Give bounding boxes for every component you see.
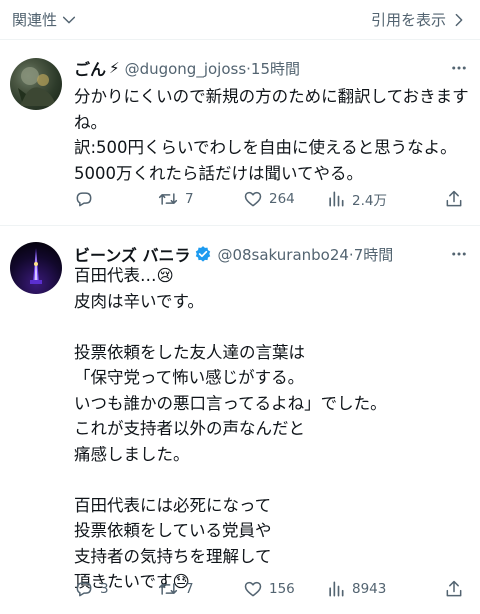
quotes-label: 引用を表示	[370, 11, 446, 29]
like-count: 156	[269, 581, 295, 597]
heart-icon	[243, 189, 263, 209]
reply-icon	[74, 189, 94, 209]
sort-dropdown[interactable]: 関連性	[12, 9, 77, 30]
display-name[interactable]: ごん	[74, 56, 106, 80]
tweet-text: 分かりにくいので新規の方のために翻訳しておきますね。 訳:500円くらいでわしを…	[74, 87, 469, 183]
reply-button[interactable]: 3	[74, 579, 109, 599]
tweet-header: ごん ⚡ @dugong_jojoss·15時間	[74, 55, 468, 81]
avatar[interactable]	[10, 242, 62, 294]
reply-icon	[74, 579, 94, 599]
view-quotes-link[interactable]: 引用を表示	[371, 9, 466, 30]
like-button[interactable]: 264	[243, 189, 295, 209]
share-icon[interactable]	[444, 189, 464, 213]
share-icon[interactable]	[444, 579, 464, 603]
retweet-count: 7	[185, 581, 194, 597]
tweet-actions: 7 264 2.4万	[72, 189, 470, 213]
more-icon[interactable]	[450, 59, 468, 81]
heart-icon	[243, 579, 263, 599]
tweet-text: 百田代表…😢 皮肉は辛いです。 投票依頼をした友人達の言葉は 「保守党って怖い感…	[74, 266, 387, 591]
reply-tweet[interactable]: ビーンズ バニラ @08sakuranbo24·7時間 百田代表…😢 皮肉は辛い…	[0, 227, 480, 614]
handle-and-time[interactable]: @dugong_jojoss·15時間	[125, 58, 300, 79]
lightning-emoji: ⚡	[109, 59, 120, 77]
retweet-count: 7	[185, 191, 194, 207]
sort-label: 関連性	[12, 11, 58, 29]
views-count: 8943	[352, 581, 387, 597]
handle-and-time[interactable]: @08sakuranbo24·7時間	[217, 244, 393, 265]
retweet-button[interactable]: 7	[157, 189, 194, 209]
views-button[interactable]: 8943	[326, 579, 386, 599]
reply-button[interactable]	[74, 189, 100, 209]
retweet-button[interactable]: 7	[157, 579, 194, 599]
retweet-icon	[157, 579, 179, 599]
reply-count: 3	[100, 581, 109, 597]
views-icon	[326, 579, 346, 599]
reply-tweet[interactable]: ごん ⚡ @dugong_jojoss·15時間 分かりにくいので新規の方のため…	[0, 41, 480, 226]
like-count: 264	[269, 191, 295, 207]
views-icon	[326, 189, 346, 209]
retweet-icon	[157, 189, 179, 209]
avatar[interactable]	[10, 58, 62, 110]
like-button[interactable]: 156	[243, 579, 295, 599]
views-button[interactable]: 2.4万	[326, 189, 387, 209]
chevron-down-icon	[61, 12, 77, 28]
chevron-right-icon	[452, 12, 466, 28]
views-count: 2.4万	[352, 193, 387, 209]
tweet-actions: 3 7 156 8943	[72, 579, 470, 603]
verified-badge-icon	[194, 245, 212, 263]
reply-sort-bar: 関連性 引用を表示	[0, 0, 480, 40]
